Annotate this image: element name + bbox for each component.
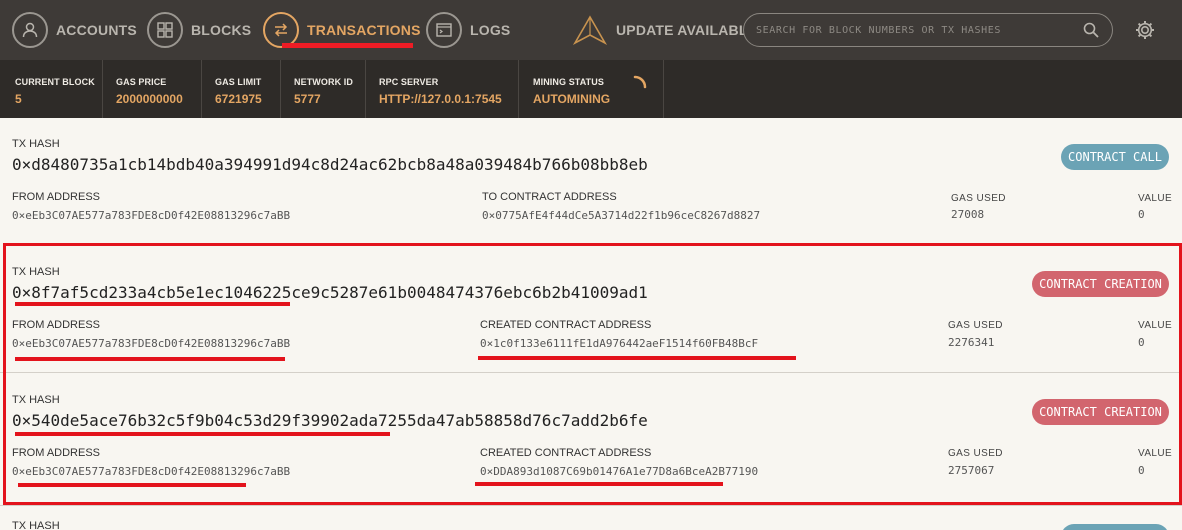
value: 0 bbox=[1138, 208, 1145, 221]
blocks-icon bbox=[147, 12, 183, 48]
nav-accounts[interactable]: ACCOUNTS bbox=[12, 0, 137, 60]
stat-gas-limit: GAS LIMIT 6721975 bbox=[215, 60, 281, 118]
nav-logs-label: LOGS bbox=[470, 22, 511, 38]
from-address-label: FROM ADDRESS bbox=[12, 191, 101, 203]
update-available[interactable]: UPDATE AVAILABLE bbox=[572, 0, 757, 60]
nav-accounts-label: ACCOUNTS bbox=[56, 22, 137, 38]
annotation-underline bbox=[18, 483, 246, 487]
to-contract-address-label: TO CONTRACT ADDRESS bbox=[482, 191, 617, 203]
tx-row[interactable]: TX HASH 0×d8480735a1cb14bdb40a394991d94c… bbox=[0, 118, 1182, 243]
nav-blocks[interactable]: BLOCKS bbox=[147, 0, 251, 60]
to-contract-address[interactable]: 0×0775AfE4f44dCe5A3714d22f1b96ceC8267d88… bbox=[482, 209, 760, 222]
top-nav: ACCOUNTS BLOCKS TRANSACTIONS LOGS UPDATE… bbox=[0, 0, 1182, 60]
stat-value: 5 bbox=[15, 92, 22, 106]
stat-value: 2000000000 bbox=[116, 92, 183, 106]
tx-hash[interactable]: 0×d8480735a1cb14bdb40a394991d94c8d24ac62… bbox=[12, 155, 648, 174]
annotation-underline bbox=[15, 432, 390, 436]
terminal-icon bbox=[426, 12, 462, 48]
ganache-logo-icon bbox=[572, 15, 608, 45]
gas-used-label: GAS USED bbox=[951, 193, 1006, 204]
account-icon bbox=[12, 12, 48, 48]
tx-row[interactable]: TX HASH bbox=[0, 506, 1182, 530]
active-tab-annotation bbox=[282, 43, 413, 48]
tx-hash-label: TX HASH bbox=[12, 520, 60, 530]
search-icon[interactable] bbox=[1082, 21, 1100, 39]
contract-call-badge[interactable] bbox=[1061, 524, 1169, 530]
search-bar bbox=[743, 13, 1113, 47]
stat-rpc-server: RPC SERVER HTTP://127.0.0.1:7545 bbox=[379, 60, 519, 118]
gas-used: 27008 bbox=[951, 208, 985, 221]
stat-label: RPC SERVER bbox=[379, 77, 439, 87]
nav-logs[interactable]: LOGS bbox=[426, 0, 510, 60]
stat-label: NETWORK ID bbox=[294, 77, 353, 87]
annotation-highlight-box bbox=[3, 243, 1182, 505]
stat-current-block: CURRENT BLOCK 5 bbox=[15, 60, 103, 118]
value-label: VALUE bbox=[1138, 193, 1173, 204]
contract-call-badge[interactable]: CONTRACT CALL bbox=[1061, 144, 1169, 170]
gear-icon[interactable] bbox=[1134, 19, 1156, 41]
stat-label: CURRENT BLOCK bbox=[15, 77, 95, 87]
stat-value: 6721975 bbox=[215, 92, 262, 106]
annotation-underline bbox=[15, 357, 285, 361]
annotation-underline bbox=[478, 356, 796, 360]
search-input[interactable] bbox=[756, 24, 1082, 36]
update-label: UPDATE AVAILABLE bbox=[616, 22, 758, 38]
stat-label: GAS PRICE bbox=[116, 77, 167, 87]
stat-gas-price: GAS PRICE 2000000000 bbox=[116, 60, 202, 118]
stat-network-id: NETWORK ID 5777 bbox=[294, 60, 366, 118]
tx-hash-label: TX HASH bbox=[12, 138, 60, 150]
stat-value: 5777 bbox=[294, 92, 321, 106]
stat-label: GAS LIMIT bbox=[215, 77, 262, 87]
stat-value: HTTP://127.0.0.1:7545 bbox=[379, 92, 502, 106]
nav-transactions[interactable]: TRANSACTIONS bbox=[263, 0, 421, 60]
annotation-underline bbox=[15, 302, 290, 306]
status-bar: CURRENT BLOCK 5 GAS PRICE 2000000000 GAS… bbox=[0, 60, 1182, 118]
mining-spinner-icon bbox=[633, 75, 647, 89]
annotation-underline bbox=[475, 482, 723, 486]
nav-blocks-label: BLOCKS bbox=[191, 22, 252, 38]
from-address[interactable]: 0×eEb3C07AE577a783FDE8cD0f42E08813296c7a… bbox=[12, 209, 290, 222]
nav-transactions-label: TRANSACTIONS bbox=[307, 22, 421, 38]
